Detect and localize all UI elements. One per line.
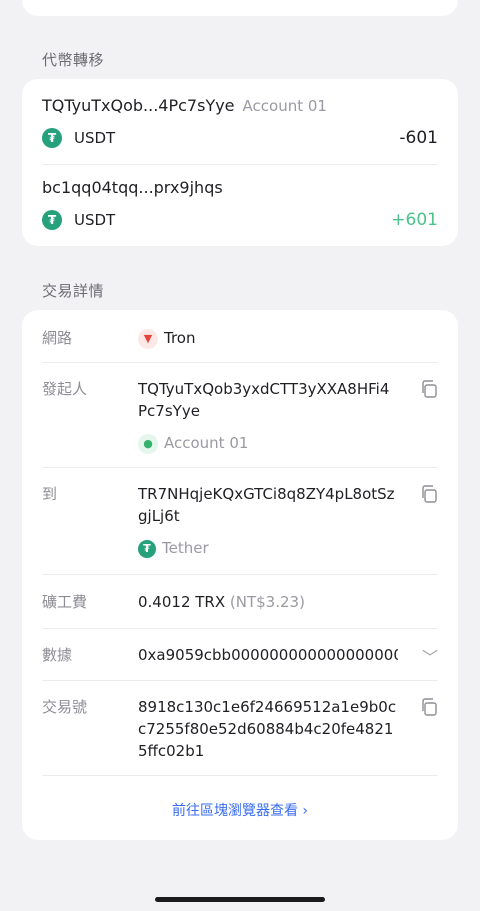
from-account-tag: Account 01 bbox=[242, 97, 327, 115]
home-indicator bbox=[155, 897, 325, 902]
to-contract: ₮ Tether bbox=[138, 537, 398, 559]
from-token-name: USDT bbox=[74, 129, 116, 147]
fee-fiat: (NT$3.23) bbox=[229, 593, 305, 611]
divider bbox=[42, 775, 438, 776]
data-label: 數據 bbox=[42, 646, 73, 664]
initiator-account-name: Account 01 bbox=[164, 434, 249, 452]
txid-row: 交易號 8918c130c1e6f24669512a1e9b0cc7255f80… bbox=[42, 696, 438, 766]
chevron-down-icon[interactable]: ﹀ bbox=[422, 644, 438, 668]
divider bbox=[42, 680, 438, 681]
fee-row: 礦工費 0.4012 TRX (NT$3.23) bbox=[42, 591, 438, 615]
copy-icon[interactable] bbox=[420, 485, 438, 503]
to-address-full: TR7NHqjeKQxGTCi8q8ZY4pL8otSzgjLj6t bbox=[138, 485, 395, 525]
copy-icon[interactable] bbox=[420, 698, 438, 716]
fee-label: 礦工費 bbox=[42, 593, 88, 611]
network-row: 網路 ▼ Tron bbox=[42, 327, 438, 351]
network-name: Tron bbox=[164, 329, 196, 347]
from-address: TQTyuTxQob...4Pc7sYye bbox=[42, 96, 235, 115]
tether-icon: ₮ bbox=[42, 210, 62, 230]
divider bbox=[42, 628, 438, 629]
previous-card bbox=[22, 0, 458, 16]
to-amount: +601 bbox=[391, 210, 438, 230]
to-token-name: USDT bbox=[74, 211, 116, 229]
token-transfer-title: 代幣轉移 bbox=[42, 51, 105, 69]
view-in-explorer-link[interactable]: 前往區塊瀏覽器查看 › bbox=[22, 800, 458, 820]
data-value: 0xa9059cbb000000000000000000... bbox=[138, 646, 398, 664]
network-label: 網路 bbox=[42, 329, 73, 347]
details-card: 網路 ▼ Tron 發起人 TQTyuTxQob3yxdCTT3yXXA8HFi4… bbox=[22, 310, 458, 840]
to-address: bc1qq04tqq...prx9jhqs bbox=[42, 178, 223, 197]
divider bbox=[42, 574, 438, 575]
transfer-divider bbox=[42, 164, 438, 165]
fee-value-line: 0.4012 TRX (NT$3.23) bbox=[138, 591, 398, 613]
to-label: 到 bbox=[42, 485, 58, 503]
data-row[interactable]: 數據 0xa9059cbb000000000000000000... ﹀ bbox=[42, 644, 438, 668]
txid-value: 8918c130c1e6f24669512a1e9b0cc7255f80e52d… bbox=[138, 698, 397, 760]
tether-icon: ₮ bbox=[138, 539, 156, 558]
person-icon: ● bbox=[138, 433, 158, 454]
initiator-label: 發起人 bbox=[42, 380, 88, 398]
details-title: 交易詳情 bbox=[42, 282, 105, 300]
from-amount: -601 bbox=[399, 128, 438, 148]
initiator-account: ● Account 01 bbox=[138, 432, 398, 454]
initiator-row: 發起人 TQTyuTxQob3yxdCTT3yXXA8HFi4Pc7sYye ●… bbox=[42, 378, 438, 458]
divider bbox=[42, 467, 438, 468]
from-token-row: ₮ USDT -601 bbox=[42, 126, 438, 150]
to-token-row: ₮ USDT +601 bbox=[42, 208, 438, 232]
token-transfer-card: TQTyuTxQob...4Pc7sYye Account 01 ₮ USDT -… bbox=[22, 79, 458, 246]
to-row: 到 TR7NHqjeKQxGTCi8q8ZY4pL8otSzgjLj6t ₮ Te… bbox=[42, 483, 438, 563]
fee-value: 0.4012 TRX bbox=[138, 593, 226, 611]
from-address-line: TQTyuTxQob...4Pc7sYye Account 01 bbox=[42, 96, 327, 115]
to-contract-name: Tether bbox=[162, 539, 209, 557]
tether-icon: ₮ bbox=[42, 128, 62, 148]
initiator-address: TQTyuTxQob3yxdCTT3yXXA8HFi4Pc7sYye bbox=[138, 380, 390, 420]
txid-label: 交易號 bbox=[42, 698, 88, 716]
tron-icon: ▼ bbox=[138, 328, 158, 349]
divider bbox=[42, 362, 438, 363]
network-value: ▼ Tron bbox=[138, 327, 398, 349]
copy-icon[interactable] bbox=[420, 380, 438, 398]
